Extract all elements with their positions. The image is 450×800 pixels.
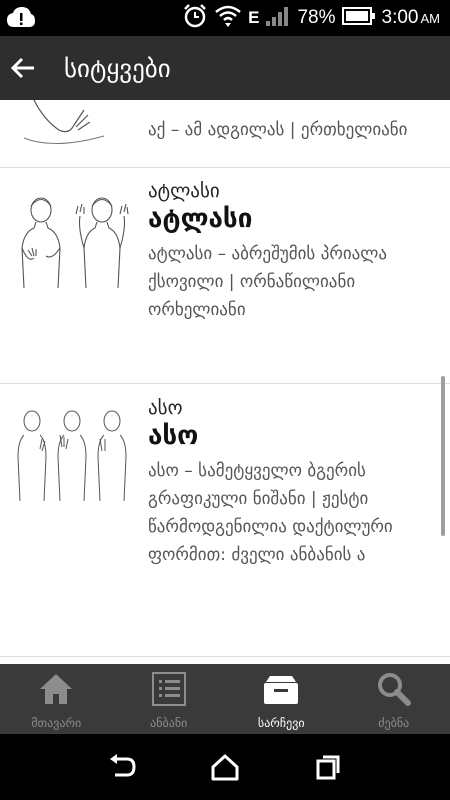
- tab-contents-label: სარჩევი: [257, 716, 305, 730]
- definition: აქ – ამ ადგილას | ერთხელიანი: [148, 120, 408, 140]
- arrow-back-icon[interactable]: [0, 36, 46, 100]
- tab-alphabet-label: ანბანი: [150, 716, 188, 730]
- tab-home-label: მთავარი: [31, 716, 82, 730]
- word-title: ასო: [148, 397, 183, 419]
- word-heading: ასო: [148, 421, 199, 451]
- battery-percent: 78%: [297, 7, 336, 28]
- definition: ატლასი – აბრეშუმის პრიალა ქსოვილი | ორნა…: [148, 244, 388, 320]
- wifi-icon: [214, 3, 242, 34]
- home-outline-icon[interactable]: [205, 747, 245, 787]
- scrollbar[interactable]: [441, 376, 445, 536]
- list-item[interactable]: ატლასი ატლასი ატლასი – აბრეშუმის პრიალა …: [0, 168, 450, 384]
- recent-apps-icon[interactable]: [308, 747, 348, 787]
- tab-contents[interactable]: სარჩევი: [225, 664, 338, 734]
- signal-icon: [265, 5, 291, 32]
- word-heading: ატლასი: [148, 204, 253, 234]
- battery-icon: [341, 6, 376, 31]
- word-list[interactable]: აქ – ამ ადგილას | ერთხელიანი ატლასი ატლა…: [0, 100, 450, 664]
- system-nav-bar: [0, 734, 450, 800]
- bottom-nav: მთავარი ანბანი სარჩევი ძებნა: [0, 661, 450, 734]
- sign-illustration: [14, 405, 134, 515]
- back-icon[interactable]: [102, 747, 142, 787]
- folder-icon: [262, 672, 300, 710]
- home-icon: [38, 672, 74, 710]
- app-bar: სიტყვები: [0, 36, 450, 100]
- list-item[interactable]: აქ – ამ ადგილას | ერთხელიანი: [0, 100, 450, 168]
- sign-illustration: [14, 188, 134, 298]
- tab-alphabet[interactable]: ანბანი: [113, 664, 226, 734]
- sign-illustration: [14, 100, 134, 150]
- tab-search-label: ძებნა: [378, 716, 410, 730]
- definition: ასო – სამეტყველო ბგერის გრაფიკული ნიშანი…: [148, 461, 393, 565]
- page-title: სიტყვები: [64, 53, 171, 83]
- search-icon: [376, 672, 412, 710]
- list-item[interactable]: ასო ასო ასო – სამეტყველო ბგერის გრაფიკულ…: [0, 385, 450, 657]
- tab-home[interactable]: მთავარი: [0, 664, 113, 734]
- clock: 3:00 AM: [381, 7, 440, 28]
- status-bar: E 78% 3:00 AM: [0, 0, 450, 36]
- cloud-upload-icon: [6, 5, 36, 35]
- word-title: ატლასი: [148, 180, 220, 202]
- list-icon: [151, 672, 187, 710]
- alarm-icon: [182, 3, 208, 34]
- tab-search[interactable]: ძებნა: [338, 664, 450, 734]
- network-type: E: [248, 8, 260, 27]
